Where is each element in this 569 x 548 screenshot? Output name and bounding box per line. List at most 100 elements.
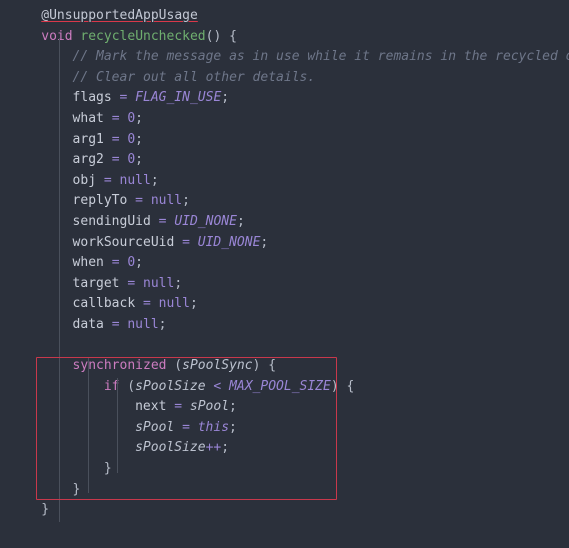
code-line[interactable]: synchronized (sPoolSync) { <box>0 356 569 377</box>
code-token: callback <box>72 296 136 312</box>
code-token: = <box>143 296 151 312</box>
code-line[interactable]: data = null; <box>0 315 569 336</box>
code-token: = <box>111 255 120 271</box>
code-line[interactable]: target = null; <box>0 274 569 295</box>
code-token: } <box>103 461 112 477</box>
code-line[interactable]: sendingUid = UID_NONE; <box>0 212 569 233</box>
code-token: sPoolSync <box>182 358 253 374</box>
code-token: // Clear out all other details. <box>72 69 316 85</box>
code-line[interactable]: next = sPool; <box>0 397 569 418</box>
code-line[interactable]: when = 0; <box>0 253 569 274</box>
code-token: sPool <box>135 419 175 435</box>
code-line[interactable]: workSourceUid = UID_NONE; <box>0 233 569 254</box>
code-token: this <box>197 419 230 435</box>
code-token: = <box>174 399 183 415</box>
code-token: ; <box>135 255 143 271</box>
code-token: ; <box>150 172 159 188</box>
code-token: ; <box>236 213 245 229</box>
code-token: null <box>127 316 159 332</box>
code-line[interactable]: what = 0; <box>0 109 569 130</box>
code-token: } <box>41 502 50 518</box>
code-token: arg2 <box>72 152 104 168</box>
code-token: ; <box>229 399 237 415</box>
code-token: ; <box>135 110 143 126</box>
code-token: ; <box>260 234 269 250</box>
code-line[interactable]: flags = FLAG_IN_USE; <box>0 88 569 109</box>
code-token: 0 <box>127 152 136 168</box>
code-line[interactable]: } <box>0 480 569 501</box>
code-token: target <box>72 275 120 291</box>
code-token: sPoolSize <box>135 440 206 456</box>
code-token: UID_NONE <box>174 213 237 229</box>
code-content-area[interactable]: @UnsupportedAppUsage void recycleUnchecke… <box>0 0 569 548</box>
code-token: = <box>111 316 120 332</box>
code-token: MAX_POOL_SIZE <box>229 378 331 394</box>
code-token: = <box>111 131 120 147</box>
code-token: flags <box>72 90 112 106</box>
code-token: () { <box>205 28 237 44</box>
code-line[interactable]: if (sPoolSize < MAX_POOL_SIZE) { <box>0 377 569 398</box>
code-token: sPoolSize <box>135 378 206 394</box>
code-token: ; <box>189 296 198 312</box>
code-token: null <box>150 193 183 209</box>
code-line[interactable]: replyTo = null; <box>0 191 569 212</box>
code-token: ; <box>174 275 183 291</box>
code-token: sendingUid <box>72 213 151 229</box>
code-line[interactable]: void recycleUnchecked() { <box>0 27 569 48</box>
code-token: ; <box>158 316 167 332</box>
code-token: } <box>72 481 81 497</box>
code-token: replyTo <box>72 193 128 209</box>
code-line[interactable] <box>0 336 569 357</box>
code-token: @UnsupportedAppUsage <box>41 8 198 23</box>
code-line[interactable]: } <box>0 459 569 480</box>
code-line[interactable]: obj = null; <box>0 171 569 192</box>
code-token: null <box>119 172 151 188</box>
code-token: 0 <box>127 110 136 126</box>
code-token: ; <box>221 90 230 106</box>
code-token: workSourceUid <box>72 234 175 250</box>
code-line[interactable]: arg2 = 0; <box>0 150 569 171</box>
code-token: arg1 <box>72 131 104 147</box>
code-token: when <box>72 255 104 271</box>
code-line[interactable]: sPool = this; <box>0 418 569 439</box>
code-line[interactable]: arg1 = 0; <box>0 130 569 151</box>
code-line[interactable]: // Mark the message as in use while it r… <box>0 47 569 68</box>
code-line[interactable]: } <box>0 500 569 521</box>
code-token: next <box>135 399 167 415</box>
code-token: what <box>72 110 104 126</box>
code-line[interactable]: // Clear out all other details. <box>0 68 569 89</box>
code-token: = <box>135 193 143 209</box>
code-token: ) { <box>252 358 277 374</box>
indent-guide-line <box>117 378 118 473</box>
code-line[interactable]: sPoolSize++; <box>0 438 569 459</box>
code-editor-window[interactable]: @UnsupportedAppUsage void recycleUnchecke… <box>0 0 569 548</box>
code-token: ; <box>182 193 190 209</box>
code-token: null <box>158 296 190 312</box>
code-token: UID_NONE <box>197 234 261 250</box>
code-line[interactable]: callback = null; <box>0 294 569 315</box>
code-token: obj <box>72 172 97 188</box>
code-line[interactable]: @UnsupportedAppUsage <box>0 6 569 27</box>
code-token: synchronized <box>72 358 167 374</box>
indent-guide-line <box>88 358 89 493</box>
code-token: = <box>182 234 190 250</box>
code-token: null <box>143 275 175 291</box>
code-token: data <box>72 316 104 332</box>
code-token: 0 <box>127 255 136 271</box>
code-token: void <box>41 28 73 44</box>
code-token: = <box>127 275 136 291</box>
